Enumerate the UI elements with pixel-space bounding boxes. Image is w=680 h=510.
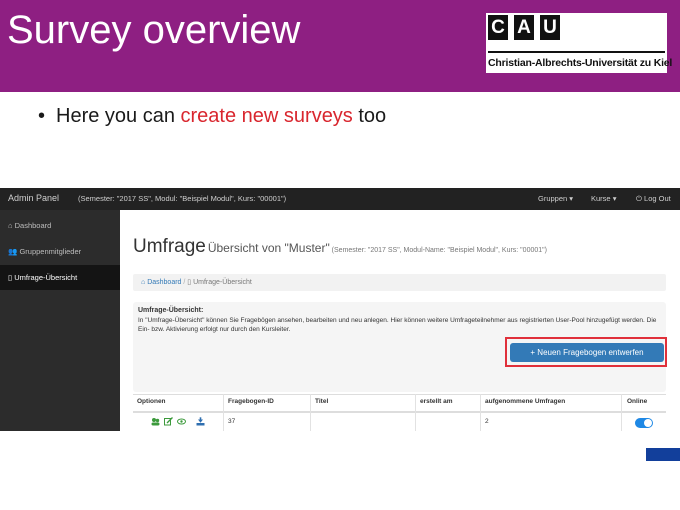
online-toggle[interactable]: [635, 418, 653, 428]
table-row: 37 2: [133, 412, 666, 431]
toggle-knob: [644, 419, 652, 427]
logout-link[interactable]: ⏻ Log Out: [636, 194, 671, 204]
cell-survey-count: 2: [485, 418, 489, 425]
slide-header-banner: Survey overview C A U Christian-Albrecht…: [0, 0, 680, 92]
logout-label: Log Out: [644, 194, 671, 203]
column-header[interactable]: Optionen: [137, 398, 166, 405]
slide-title: Survey overview: [7, 8, 301, 52]
bullet-dot-icon: •: [38, 105, 46, 127]
view-icon[interactable]: [177, 417, 186, 426]
column-header[interactable]: aufgenommene Umfragen: [485, 398, 565, 405]
column-header[interactable]: Titel: [315, 398, 328, 405]
table-header: Optionen Fragebogen-ID Titel erstellt am…: [133, 394, 666, 413]
breadcrumb-home[interactable]: Dashboard: [147, 279, 181, 286]
column-header[interactable]: erstellt am: [420, 398, 453, 405]
bullet-highlight: create new surveys: [180, 105, 353, 127]
logo-letter-a: A: [514, 15, 534, 40]
navbar-brand[interactable]: Admin Panel: [8, 193, 59, 203]
corner-accent: [646, 448, 680, 461]
page-title-sub: Übersicht von "Muster": [207, 241, 330, 255]
edit-icon[interactable]: [164, 417, 173, 426]
page-title-detail: (Semester: "2017 SS", Modul-Name: "Beisp…: [331, 247, 547, 254]
page-title: Umfrage Übersicht von "Muster" (Semester…: [133, 236, 547, 258]
menu-groups[interactable]: Gruppen ▾: [538, 194, 573, 203]
main-content: Umfrage Übersicht von "Muster" (Semester…: [120, 210, 680, 431]
sidebar-item-dashboard[interactable]: ⌂ Dashboard: [0, 213, 120, 238]
home-icon: ⌂: [141, 279, 146, 286]
info-text: In "Umfrage-Übersicht" können Sie Frageb…: [138, 317, 657, 333]
document-icon: ▯: [8, 273, 13, 282]
cau-logo: C A U Christian-Albrechts-Universität zu…: [486, 13, 672, 73]
breadcrumb-current: Umfrage-Übersicht: [193, 279, 252, 286]
admin-panel-screenshot: Admin Panel (Semester: "2017 SS", Modul:…: [0, 188, 680, 431]
document-icon: ▯: [187, 279, 192, 286]
users-icon[interactable]: [151, 417, 160, 426]
menu-courses-label: Kurse: [591, 194, 611, 203]
sidebar-item-label: Umfrage-Übersicht: [14, 273, 78, 282]
new-questionnaire-button[interactable]: + Neuen Fragebogen entwerfen: [510, 343, 664, 362]
sidebar: ⌂ Dashboard 👥 Gruppenmitglieder ▯ Umfrag…: [0, 210, 120, 431]
breadcrumb: ⌂ Dashboard / ▯ Umfrage-Übersicht: [133, 274, 666, 291]
column-header[interactable]: Fragebogen-ID: [228, 398, 274, 405]
logo-letters: C A U: [488, 15, 566, 40]
bullet-point: • Here you can create new surveys too: [38, 104, 386, 128]
logo-rule: [488, 51, 665, 53]
sidebar-item-label: Dashboard: [14, 221, 52, 230]
download-icon[interactable]: [196, 417, 205, 426]
bullet-text-start: Here you can: [56, 105, 181, 127]
sidebar-item-members[interactable]: 👥 Gruppenmitglieder: [0, 239, 120, 264]
row-options: [151, 417, 205, 426]
menu-courses[interactable]: Kurse ▾: [591, 194, 616, 203]
caret-down-icon: ▾: [569, 194, 574, 203]
bullet-text-end: too: [352, 105, 387, 127]
power-icon: ⏻: [636, 194, 642, 203]
cell-questionnaire-id: 37: [228, 418, 236, 425]
navbar-context: (Semester: "2017 SS", Modul: "Beispiel M…: [78, 194, 287, 203]
page-title-main: Umfrage: [133, 236, 206, 257]
menu-groups-label: Gruppen: [538, 194, 568, 203]
logo-letter-u: U: [540, 15, 560, 40]
users-icon: 👥: [8, 247, 18, 256]
sidebar-item-label: Gruppenmitglieder: [19, 247, 82, 256]
info-title: Umfrage-Übersicht:: [138, 307, 204, 314]
column-header[interactable]: Online: [627, 398, 647, 405]
top-navbar: Admin Panel (Semester: "2017 SS", Modul:…: [0, 188, 680, 210]
caret-down-icon: ▾: [612, 194, 617, 203]
logo-letter-c: C: [488, 15, 508, 40]
sidebar-item-survey-overview[interactable]: ▯ Umfrage-Übersicht: [0, 265, 120, 290]
home-icon: ⌂: [8, 221, 13, 230]
logo-university-name: Christian-Albrechts-Universität zu Kiel: [488, 57, 673, 69]
